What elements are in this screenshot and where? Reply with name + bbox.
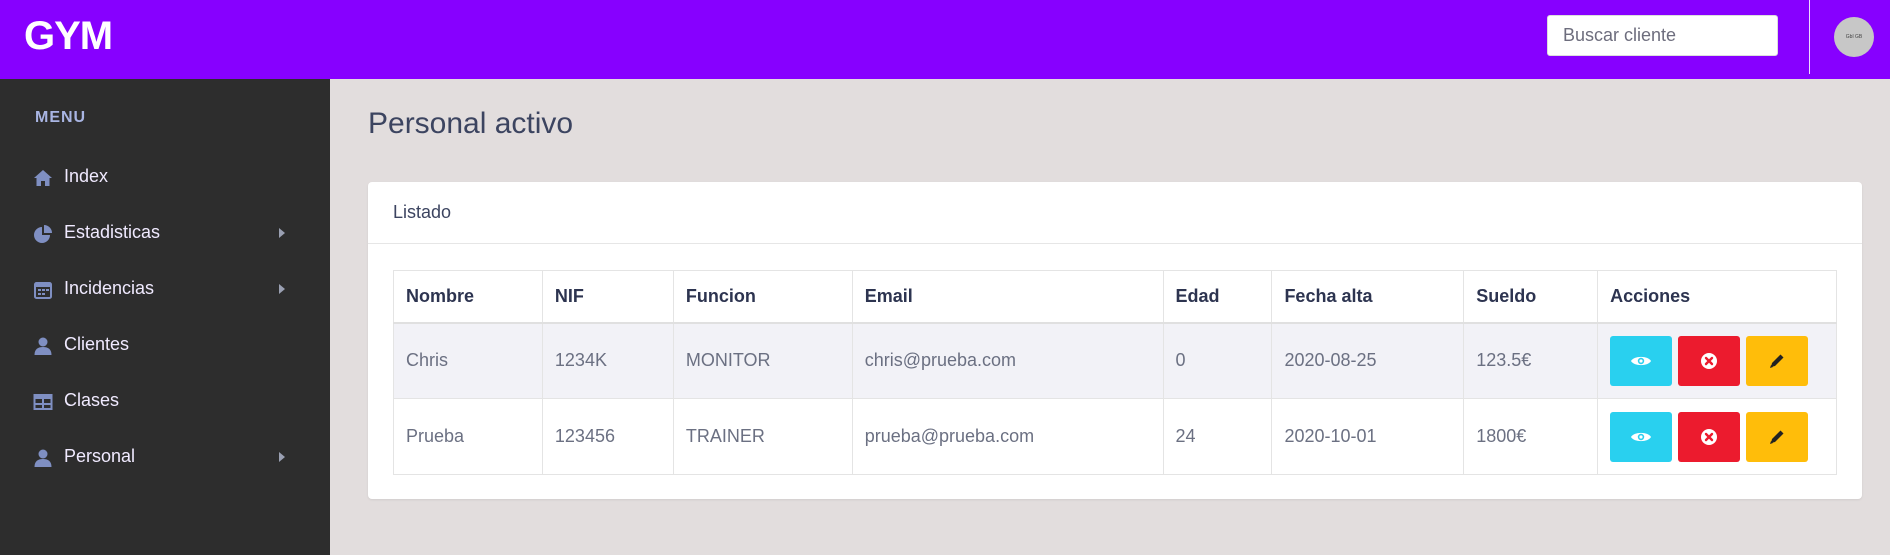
sidebar-item-estadisticas[interactable]: Estadisticas [0,211,330,255]
edit-button[interactable] [1746,411,1809,462]
avatar-text: Gbl GB [1845,34,1863,40]
eye-icon [1631,356,1652,365]
pencil-icon [1770,354,1784,368]
cell-sueldo: 1800€ [1463,398,1599,475]
chevron-right-icon [279,284,285,294]
view-button[interactable] [1610,411,1673,462]
sidebar-item-label: Personal [64,446,136,466]
staff-table: Nombre NIF Funcion Email Edad Fecha alta… [393,270,1837,475]
column-header[interactable]: Email [851,270,1164,324]
table-row: Prueba 123456 TRAINER prueba@prueba.com … [393,398,1837,475]
sidebar-item-label: Clases [64,390,120,410]
home-icon [34,170,52,186]
column-header[interactable]: Edad [1162,270,1273,324]
pie-chart-icon [34,225,52,243]
cell-fecha-alta: 2020-08-25 [1271,322,1465,399]
column-header[interactable]: Nombre [393,270,543,324]
sidebar-item-label: Estadisticas [64,222,161,242]
navbar-divider [1809,0,1810,74]
pencil-icon [1770,430,1784,444]
page-title: Personal activo [368,107,574,140]
sidebar-item-index[interactable]: Index [0,155,330,199]
column-header[interactable]: Sueldo [1463,270,1599,324]
cell-email: chris@prueba.com [851,322,1164,399]
column-header[interactable]: NIF [541,270,674,324]
delete-button[interactable] [1678,335,1741,386]
view-button[interactable] [1610,335,1673,386]
edit-button[interactable] [1746,335,1809,386]
column-header[interactable]: Fecha alta [1271,270,1465,324]
sidebar-menu-title: MENU [35,109,87,126]
sidebar-item-clientes[interactable]: Clientes [0,323,330,367]
cell-edad: 0 [1162,322,1273,399]
cell-nombre: Chris [393,322,543,399]
top-navbar: GYM Gbl GB [0,0,1890,79]
chevron-right-icon [279,228,285,238]
cell-fecha-alta: 2020-10-01 [1271,398,1465,475]
column-header[interactable]: Funcion [672,270,853,324]
cell-funcion: TRAINER [672,398,853,475]
cell-acciones [1597,398,1837,475]
sidebar-item-clases[interactable]: Clases [0,379,330,423]
cell-sueldo: 123.5€ [1463,322,1599,399]
sidebar-item-incidencias[interactable]: Incidencias [0,267,330,311]
avatar[interactable]: Gbl GB [1834,17,1874,57]
delete-button[interactable] [1678,411,1741,462]
calendar-icon [34,282,52,299]
cell-nombre: Prueba [393,398,543,475]
card-header: Listado [368,182,1862,244]
user-icon [34,337,52,355]
listing-card: Listado Nombre NIF Funcion Email Edad Fe… [368,182,1862,499]
close-circle-icon [1701,428,1718,445]
card-title: Listado [393,202,452,222]
app-logo[interactable]: GYM [24,14,113,59]
close-circle-icon [1701,352,1718,369]
sidebar-item-label: Incidencias [64,278,155,298]
cell-nif: 1234K [541,322,674,399]
table-icon [33,394,53,410]
cell-acciones [1597,322,1837,399]
search-input[interactable] [1547,15,1778,56]
table-header-row: Nombre NIF Funcion Email Edad Fecha alta… [393,270,1837,324]
sidebar-item-label: Clientes [64,334,130,354]
cell-funcion: MONITOR [672,322,853,399]
eye-icon [1631,432,1652,441]
sidebar: MENU Index Estadisticas Incidencias Clie… [0,79,330,555]
cell-edad: 24 [1162,398,1273,475]
table-row: Chris 1234K MONITOR chris@prueba.com 0 2… [393,322,1837,399]
user-icon [34,449,52,467]
column-header: Acciones [1597,270,1837,324]
chevron-right-icon [279,452,285,462]
sidebar-item-personal[interactable]: Personal [0,435,330,479]
sidebar-item-label: Index [64,166,109,186]
cell-email: prueba@prueba.com [851,398,1164,475]
cell-nif: 123456 [541,398,674,475]
